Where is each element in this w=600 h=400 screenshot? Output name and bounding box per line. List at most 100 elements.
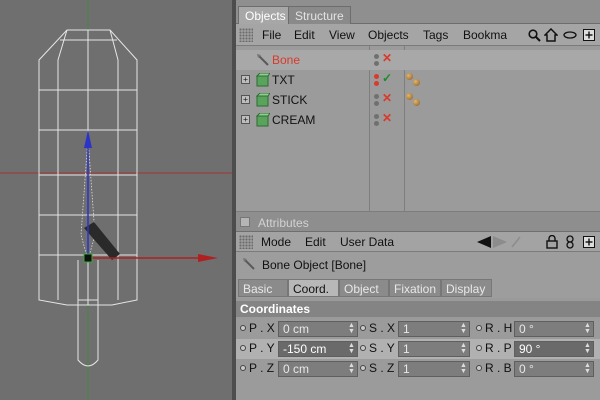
coord-field-py[interactable]: -150 cm ▲ ▼: [278, 341, 358, 357]
disabled-icon[interactable]: ✕: [382, 111, 392, 125]
object-row-cream[interactable]: + CREAM ✕: [236, 110, 600, 130]
tab-basic[interactable]: Basic: [238, 279, 288, 297]
keyframe-bullet[interactable]: [240, 365, 246, 371]
tab-fixation[interactable]: Fixation: [389, 279, 441, 297]
coord-label: P . Y: [249, 341, 275, 355]
coord-field-sx[interactable]: 1 ▲ ▼: [398, 321, 470, 337]
coord-field-pz[interactable]: 0 cm ▲ ▼: [278, 361, 358, 377]
object-row-stick[interactable]: + STICK ✕: [236, 90, 600, 110]
attributes-title: Attributes: [258, 216, 309, 230]
menu-edit[interactable]: Edit: [294, 28, 315, 42]
tab-objects[interactable]: Objects: [238, 6, 293, 24]
grip-handle[interactable]: [239, 235, 253, 249]
coord-cell-rb: R . B 0 ° ▲ ▼: [476, 361, 594, 377]
menu-objects[interactable]: Objects: [368, 28, 409, 42]
material-tag-icon[interactable]: [406, 73, 413, 80]
object-title: Bone Object [Bone]: [262, 258, 367, 272]
viewport-3d[interactable]: [0, 0, 232, 400]
material-tag-icon[interactable]: [406, 93, 413, 100]
viewport-canvas[interactable]: [0, 0, 232, 400]
coord-label: R . P: [485, 341, 512, 355]
attributes-header: Attributes: [236, 212, 600, 232]
coord-cell-sy: S . Y 1 ▲ ▼: [360, 341, 478, 357]
coord-field-sz[interactable]: 1 ▲ ▼: [398, 361, 470, 377]
null-object-icon: [255, 112, 271, 127]
coord-label: R . B: [485, 361, 512, 375]
object-name[interactable]: STICK: [272, 93, 307, 107]
x-axis-arrow: [198, 254, 218, 262]
menu-tags[interactable]: Tags: [423, 28, 448, 42]
menu-edit[interactable]: Edit: [305, 235, 326, 249]
keyframe-bullet[interactable]: [476, 365, 482, 371]
tab-display[interactable]: Display: [441, 279, 492, 297]
keyframe-bullet[interactable]: [476, 345, 482, 351]
coord-cell-py: P . Y -150 cm ▲ ▼: [240, 341, 358, 357]
material-tag-icon[interactable]: [413, 99, 420, 106]
new-panel-icon[interactable]: [581, 234, 597, 250]
bone-icon: [256, 53, 270, 67]
manager-tabbar: Objects Structure: [236, 0, 600, 24]
coord-field-sy[interactable]: 1 ▲ ▼: [398, 341, 470, 357]
attributes-lock-checkbox[interactable]: [240, 217, 250, 227]
up-arrow-icon[interactable]: [508, 234, 524, 250]
null-object-icon: [255, 72, 271, 87]
object-list: Bone ✕ + TXT ✓ + STICK ✕ + CREAM ✕: [236, 46, 600, 212]
coordinates-grid: P . X 0 cm ▲ ▼ S . X 1 ▲ ▼ R . H 0 ° ▲ ▼ P .: [236, 319, 600, 400]
lock-icon[interactable]: [544, 234, 560, 250]
keyframe-bullet[interactable]: [476, 325, 482, 331]
coord-label: S . Y: [369, 341, 395, 355]
keyframe-bullet[interactable]: [360, 345, 366, 351]
eye-icon[interactable]: [562, 27, 578, 43]
menu-user-data[interactable]: User Data: [340, 235, 394, 249]
grip-handle[interactable]: [239, 28, 253, 42]
coord-field-rb[interactable]: 0 ° ▲ ▼: [514, 361, 594, 377]
material-tag-icon[interactable]: [413, 79, 420, 86]
home-icon[interactable]: [543, 27, 559, 43]
coord-cell-sz: S . Z 1 ▲ ▼: [360, 361, 478, 377]
keyframe-bullet[interactable]: [360, 325, 366, 331]
menu-mode[interactable]: Mode: [261, 235, 291, 249]
disabled-icon[interactable]: ✕: [382, 51, 392, 65]
object-name[interactable]: TXT: [272, 73, 295, 87]
section-header-coordinates: Coordinates: [236, 301, 600, 317]
keyframe-bullet[interactable]: [360, 365, 366, 371]
coord-label: P . X: [249, 321, 275, 335]
expand-icon[interactable]: +: [241, 115, 250, 124]
tab-structure[interactable]: Structure: [288, 6, 351, 24]
coord-row: P . X 0 cm ▲ ▼ S . X 1 ▲ ▼ R . H 0 ° ▲ ▼: [236, 319, 600, 339]
object-name[interactable]: Bone: [272, 53, 300, 67]
link-icon[interactable]: [562, 234, 578, 250]
object-row-bone[interactable]: Bone ✕: [236, 50, 600, 70]
coord-label: P . Z: [249, 361, 275, 375]
enabled-check-icon[interactable]: ✓: [382, 71, 392, 85]
coord-field-rp[interactable]: 90 ° ▲ ▼: [514, 341, 594, 357]
y-axis-arrow: [84, 130, 92, 148]
menu-bookmarks[interactable]: Bookma: [463, 28, 523, 42]
new-panel-icon[interactable]: [581, 27, 597, 43]
keyframe-bullet[interactable]: [240, 345, 246, 351]
object-name[interactable]: CREAM: [272, 113, 315, 127]
tab-object[interactable]: Object: [339, 279, 389, 297]
app-window: Objects Structure File Edit View Objects…: [0, 0, 600, 400]
coord-cell-pz: P . Z 0 cm ▲ ▼: [240, 361, 358, 377]
object-row-txt[interactable]: + TXT ✓: [236, 70, 600, 90]
coord-cell-rh: R . H 0 ° ▲ ▼: [476, 321, 594, 337]
coord-field-px[interactable]: 0 cm ▲ ▼: [278, 321, 358, 337]
keyframe-bullet[interactable]: [240, 325, 246, 331]
coord-row: P . Y -150 cm ▲ ▼ S . Y 1 ▲ ▼ R . P 90 ° ▲ ▼: [236, 339, 600, 359]
forward-arrow-icon[interactable]: [492, 234, 508, 250]
back-arrow-icon[interactable]: [476, 234, 492, 250]
menu-view[interactable]: View: [329, 28, 355, 42]
expand-icon[interactable]: +: [241, 95, 250, 104]
coord-label: R . H: [485, 321, 513, 335]
coord-label: S . Z: [369, 361, 395, 375]
coord-field-rh[interactable]: 0 ° ▲ ▼: [514, 321, 594, 337]
menu-file[interactable]: File: [262, 28, 281, 42]
coord-row: P . Z 0 cm ▲ ▼ S . Z 1 ▲ ▼ R . B 0 ° ▲ ▼: [236, 359, 600, 379]
disabled-icon[interactable]: ✕: [382, 91, 392, 105]
bone-icon: [242, 257, 256, 271]
expand-icon[interactable]: +: [241, 75, 250, 84]
search-icon[interactable]: [526, 27, 542, 43]
attributes-menubar: Mode Edit User Data: [236, 232, 600, 252]
tab-coord[interactable]: Coord.: [288, 279, 339, 297]
